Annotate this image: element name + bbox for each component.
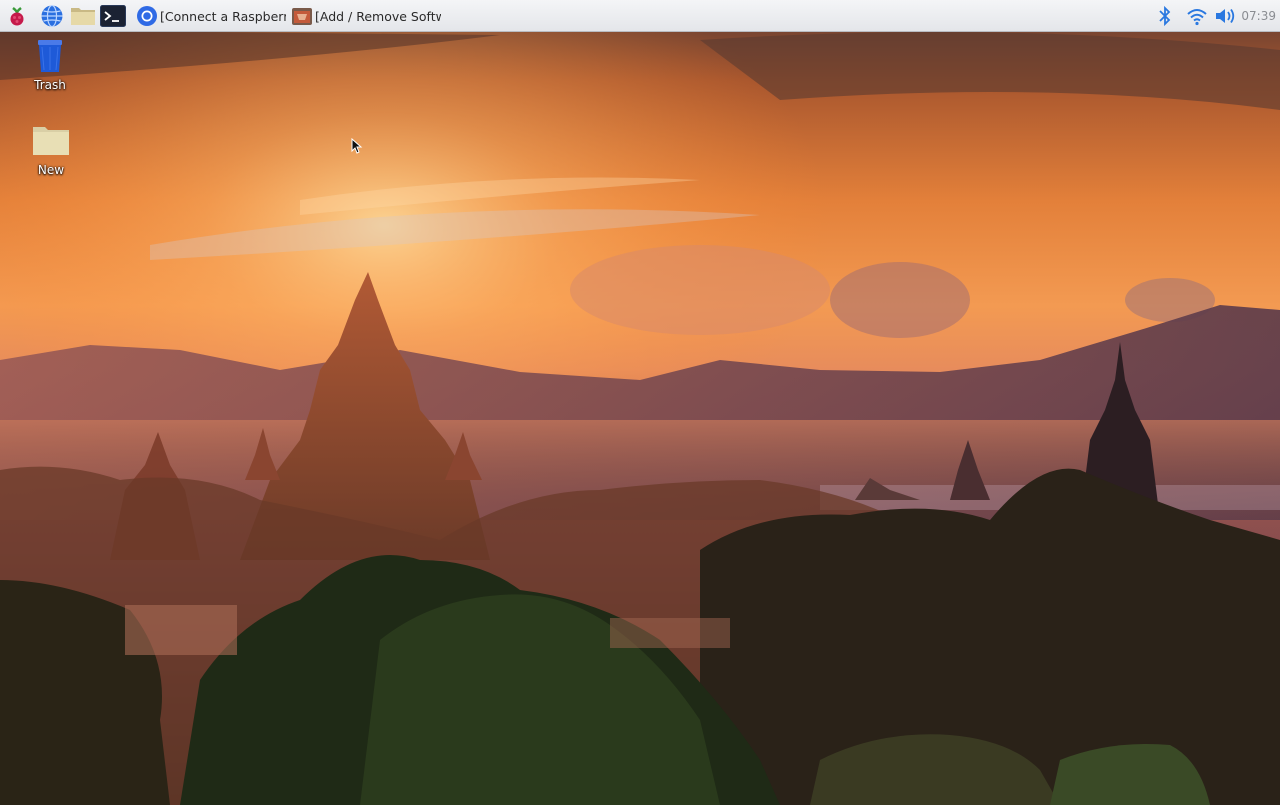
wallpaper-image [0,0,1280,805]
taskbar-task-add-remove-software[interactable]: [Add / Remove Softw... [291,3,441,29]
taskbar: [Connect a Raspberry... [Add / Remove So… [0,0,1280,32]
desktop-icon-trash[interactable]: Trash [15,36,85,92]
taskbar-task-chromium[interactable]: [Connect a Raspberry... [136,3,286,29]
volume-icon[interactable] [1214,3,1238,29]
task-label: [Connect a Raspberry... [160,8,286,24]
desktop-icon-new-folder[interactable]: New [16,121,86,177]
terminal-icon[interactable] [100,3,126,29]
desktop-wallpaper[interactable] [0,0,1280,805]
trash-icon [30,36,70,76]
mouse-cursor-icon [351,137,363,158]
web-browser-globe-icon[interactable] [39,3,65,29]
bluetooth-icon[interactable] [1156,3,1174,29]
desktop-screen: Trash New [Connect a Raspberr [Add / Rem… [0,0,1280,805]
task-label: [Add / Remove Softw... [315,8,441,24]
file-manager-folder-icon[interactable] [70,3,96,29]
folder-icon [31,121,71,161]
desktop-icon-label: New [37,163,65,177]
software-installer-icon [291,5,313,27]
clock[interactable]: 07:39 [1241,9,1276,23]
raspberry-menu-icon[interactable] [4,3,30,29]
wifi-icon[interactable] [1186,3,1208,29]
chromium-icon [136,5,158,27]
desktop-icon-label: Trash [34,78,66,92]
